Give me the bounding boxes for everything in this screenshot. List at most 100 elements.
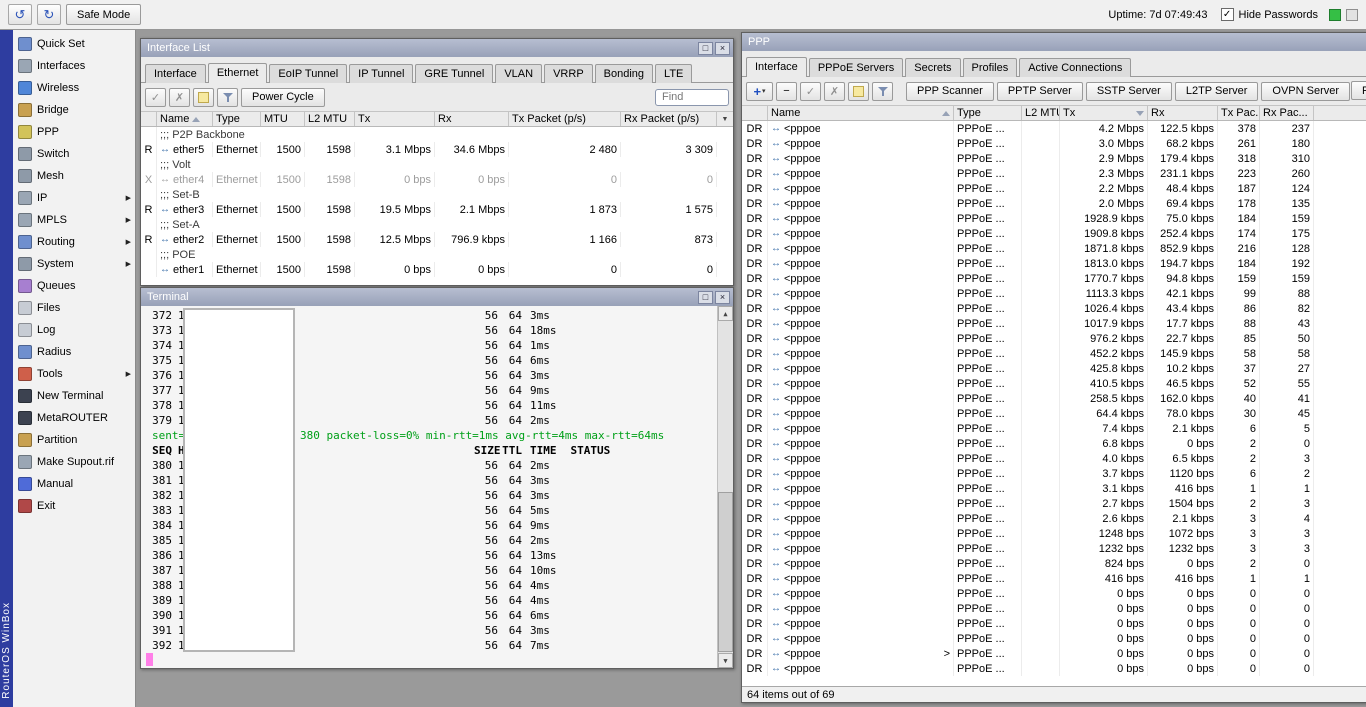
name-column-header[interactable]: Name bbox=[157, 112, 213, 126]
filter-button[interactable] bbox=[217, 88, 238, 107]
enable-button[interactable]: ✓ bbox=[800, 82, 821, 101]
find-input[interactable] bbox=[655, 89, 729, 106]
tab-bonding[interactable]: Bonding bbox=[595, 64, 653, 83]
interface-list-titlebar[interactable]: Interface List □ × bbox=[141, 39, 733, 57]
interface-row[interactable]: R↔ether2Ethernet1500159812.5 Mbps796.9 k… bbox=[141, 232, 733, 247]
tab-eoip-tunnel[interactable]: EoIP Tunnel bbox=[269, 64, 347, 83]
interface-row[interactable]: X↔ether4Ethernet150015980 bps0 bps00 bbox=[141, 172, 733, 187]
maximize-button[interactable]: □ bbox=[698, 291, 713, 304]
hide-passwords-checkbox[interactable]: ✓ bbox=[1221, 8, 1234, 21]
ppp-scanner-button[interactable]: PPP Scanner bbox=[906, 82, 994, 101]
scroll-down-icon[interactable]: ▼ bbox=[718, 653, 733, 668]
ppp-tx-pac-column-header[interactable]: Tx Pac... bbox=[1218, 106, 1260, 120]
terminal-titlebar[interactable]: Terminal □ × bbox=[141, 288, 733, 306]
maximize-button[interactable]: □ bbox=[698, 42, 713, 55]
terminal-scrollbar[interactable]: ▲ ▼ bbox=[717, 306, 733, 668]
l2mtu-column-header[interactable]: L2 MTU bbox=[305, 112, 355, 126]
ppp-find-button[interactable]: Find bbox=[1351, 81, 1366, 100]
scroll-up-icon[interactable]: ▲ bbox=[718, 306, 733, 321]
tab-ip-tunnel[interactable]: IP Tunnel bbox=[349, 64, 413, 83]
ovpn-server-button[interactable]: OVPN Server bbox=[1261, 82, 1350, 101]
rx-packet-column-header[interactable]: Rx Packet (p/s) bbox=[621, 112, 717, 126]
sidebar-item-manual[interactable]: Manual bbox=[13, 473, 135, 495]
ppp-tx-column-header[interactable]: Tx bbox=[1060, 106, 1148, 120]
comment-button[interactable] bbox=[193, 88, 214, 107]
ppp-tab-secrets[interactable]: Secrets bbox=[905, 58, 960, 77]
tx-column-header[interactable]: Tx bbox=[355, 112, 435, 126]
filter-button[interactable] bbox=[872, 82, 893, 101]
ppp-type-column-header[interactable]: Type bbox=[954, 106, 1022, 120]
ppp-rx-pac-column-header[interactable]: Rx Pac... bbox=[1260, 106, 1314, 120]
remove-button[interactable]: − bbox=[776, 82, 797, 101]
comment-button[interactable] bbox=[848, 82, 869, 101]
flags-column-header[interactable] bbox=[141, 112, 157, 126]
l2tp-server-button[interactable]: L2TP Server bbox=[1175, 82, 1259, 101]
sidebar-item-make-supout-rif[interactable]: Make Supout.rif bbox=[13, 451, 135, 473]
sidebar-item-queues[interactable]: Queues bbox=[13, 275, 135, 297]
sidebar-item-files[interactable]: Files bbox=[13, 297, 135, 319]
tab-gre-tunnel[interactable]: GRE Tunnel bbox=[415, 64, 493, 83]
terminal-body[interactable]: 372156643ms3731566418ms374156641ms375156… bbox=[141, 306, 733, 668]
ppp-tab-profiles[interactable]: Profiles bbox=[963, 58, 1018, 77]
sidebar-item-switch[interactable]: Switch bbox=[13, 143, 135, 165]
sidebar-item-exit[interactable]: Exit bbox=[13, 495, 135, 517]
interface-row[interactable]: R↔ether5Ethernet150015983.1 Mbps34.6 Mbp… bbox=[141, 142, 733, 157]
sidebar-item-ip[interactable]: IP▶ bbox=[13, 187, 135, 209]
interface-row[interactable]: R↔ether3Ethernet1500159819.5 Mbps2.1 Mbp… bbox=[141, 202, 733, 217]
sidebar-item-wireless[interactable]: Wireless bbox=[13, 77, 135, 99]
sidebar-item-radius[interactable]: Radius bbox=[13, 341, 135, 363]
disable-button[interactable]: ✗ bbox=[824, 82, 845, 101]
rx-column-header[interactable]: Rx bbox=[435, 112, 509, 126]
sidebar-item-bridge[interactable]: Bridge bbox=[13, 99, 135, 121]
ethernet-interface-icon: ↔ bbox=[160, 234, 170, 245]
tab-lte[interactable]: LTE bbox=[655, 64, 692, 83]
sidebar-item-new-terminal[interactable]: New Terminal bbox=[13, 385, 135, 407]
column-select-dropdown[interactable]: ▼ bbox=[717, 112, 733, 126]
sidebar-item-system[interactable]: System▶ bbox=[13, 253, 135, 275]
sidebar-item-ppp[interactable]: PPP bbox=[13, 121, 135, 143]
tab-ethernet[interactable]: Ethernet bbox=[208, 63, 268, 83]
interface-comment-row[interactable]: ;;; Set-A bbox=[141, 217, 733, 232]
interface-row[interactable]: ↔ether1Ethernet150015980 bps0 bps00 bbox=[141, 262, 733, 277]
ppp-name-column-header[interactable]: Name bbox=[768, 106, 954, 120]
tab-vrrp[interactable]: VRRP bbox=[544, 64, 593, 83]
sidebar-item-mpls[interactable]: MPLS▶ bbox=[13, 209, 135, 231]
ppp-l2mtu-column-header[interactable]: L2 MTU bbox=[1022, 106, 1060, 120]
add-button[interactable]: +▾ bbox=[746, 82, 773, 101]
sidebar-item-mesh[interactable]: Mesh bbox=[13, 165, 135, 187]
ppp-flags-column-header[interactable] bbox=[742, 106, 768, 120]
sidebar-item-tools[interactable]: Tools▶ bbox=[13, 363, 135, 385]
disable-button[interactable]: ✗ bbox=[169, 88, 190, 107]
safe-mode-button[interactable]: Safe Mode bbox=[66, 4, 141, 25]
pptp-server-button[interactable]: PPTP Server bbox=[997, 82, 1083, 101]
sidebar-item-routing[interactable]: Routing▶ bbox=[13, 231, 135, 253]
tx-packet-column-header[interactable]: Tx Packet (p/s) bbox=[509, 112, 621, 126]
type-column-header[interactable]: Type bbox=[213, 112, 261, 126]
power-cycle-button[interactable]: Power Cycle bbox=[241, 88, 325, 107]
ping-seq: 376 bbox=[146, 368, 172, 383]
sstp-server-button[interactable]: SSTP Server bbox=[1086, 82, 1172, 101]
undo-button[interactable]: ↺ bbox=[8, 4, 32, 25]
ppp-tab-interface[interactable]: Interface bbox=[746, 57, 807, 77]
enable-button[interactable]: ✓ bbox=[145, 88, 166, 107]
tab-interface[interactable]: Interface bbox=[145, 64, 206, 83]
interface-comment-row[interactable]: ;;; POE bbox=[141, 247, 733, 262]
sidebar-item-partition[interactable]: Partition bbox=[13, 429, 135, 451]
interface-comment-row[interactable]: ;;; P2P Backbone bbox=[141, 127, 733, 142]
ppp-tab-pppoe-servers[interactable]: PPPoE Servers bbox=[809, 58, 903, 77]
ppp-tab-active-connections[interactable]: Active Connections bbox=[1019, 58, 1131, 77]
ppp-rx-column-header[interactable]: Rx bbox=[1148, 106, 1218, 120]
close-button[interactable]: × bbox=[715, 291, 730, 304]
sidebar-item-metarouter[interactable]: MetaROUTER bbox=[13, 407, 135, 429]
redo-button[interactable]: ↻ bbox=[37, 4, 61, 25]
ppp-titlebar[interactable]: PPP □ × bbox=[742, 33, 1366, 51]
sidebar-item-log[interactable]: Log bbox=[13, 319, 135, 341]
mtu-column-header[interactable]: MTU bbox=[261, 112, 305, 126]
interface-comment-row[interactable]: ;;; Set-B bbox=[141, 187, 733, 202]
tab-vlan[interactable]: VLAN bbox=[495, 64, 542, 83]
close-button[interactable]: × bbox=[715, 42, 730, 55]
interface-comment-row[interactable]: ;;; Volt bbox=[141, 157, 733, 172]
sidebar-item-quick-set[interactable]: Quick Set bbox=[13, 33, 135, 55]
sidebar-item-interfaces[interactable]: Interfaces bbox=[13, 55, 135, 77]
scrollbar-thumb[interactable] bbox=[718, 492, 733, 652]
